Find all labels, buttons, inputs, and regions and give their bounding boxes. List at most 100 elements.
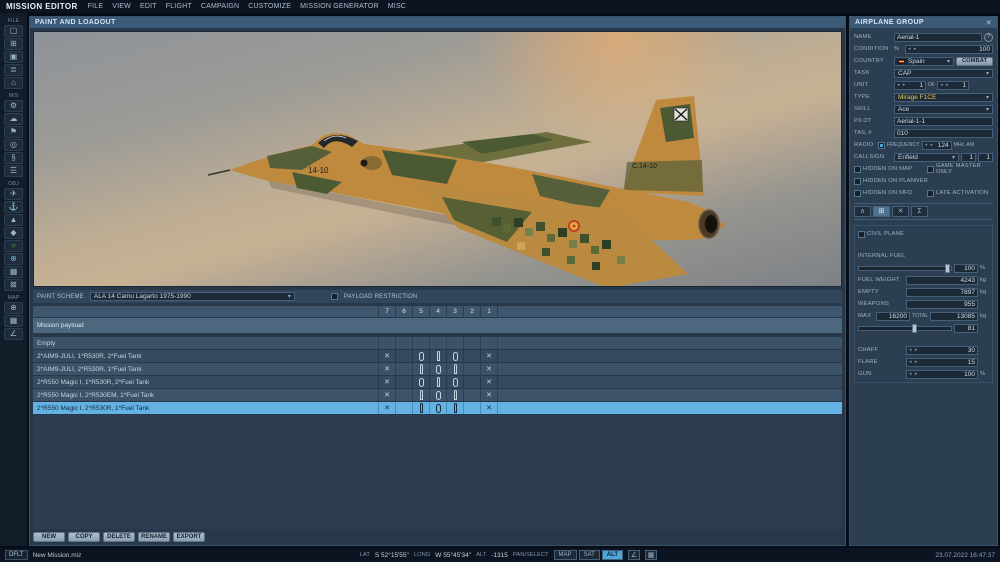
tail-number-label: TAIL # [854, 130, 872, 136]
country-dropdown[interactable]: Spain ▾ [894, 56, 954, 66]
frequency-spinner[interactable]: ◂ ▸ 124 [921, 140, 952, 150]
vehicle-icon[interactable]: ▲ [4, 214, 23, 226]
rules-icon[interactable]: § [4, 152, 23, 164]
condition-spinner[interactable]: ◂ ▸ 100 [905, 44, 993, 54]
paint-scheme-dropdown[interactable]: ALA 14 Camu Lagarto 1975-1990 ▾ [89, 292, 295, 301]
map-layers-icon[interactable]: ▦ [4, 315, 23, 327]
menu-item-flight[interactable]: FLIGHT [166, 3, 192, 10]
callsign-number-1[interactable]: 1 [961, 152, 976, 162]
save-mission-icon[interactable]: ▣ [4, 51, 23, 63]
slider-handle[interactable] [944, 263, 950, 273]
paint-loadout-title: PAINT AND LOADOUT [35, 19, 116, 26]
total-value[interactable]: 13085 [930, 311, 978, 321]
ruler-icon[interactable]: ∠ [628, 550, 641, 560]
settings-icon[interactable]: ⚙ [4, 100, 23, 112]
payload-row-selected[interactable]: 2*R550 Magic I, 2*R530R, 1*Fuel Tank ✕ ✕ [33, 402, 842, 415]
copy-button[interactable]: COPY [68, 532, 100, 542]
tab-collapse-icon[interactable]: ∧ [854, 206, 871, 217]
type-dropdown[interactable]: Mirage F1CE ▾ [894, 92, 993, 102]
load-slider[interactable] [858, 323, 952, 333]
load-percent-value[interactable]: 81 [954, 323, 978, 333]
ruler-icon[interactable]: ∠ [4, 328, 23, 340]
internal-fuel-value[interactable]: 100 [954, 263, 978, 273]
export-button[interactable]: EXPORT [173, 532, 205, 542]
unit-count-spinner[interactable]: ◂ ▸ 1 [894, 80, 926, 90]
flare-spinner[interactable]: ◂ ▸ 15 [906, 357, 978, 367]
civil-plane-checkbox[interactable] [858, 230, 865, 238]
airplane-icon[interactable]: ✈ [4, 188, 23, 200]
hidden-on-planner-checkbox[interactable] [854, 177, 861, 185]
game-master-only-checkbox[interactable] [927, 165, 934, 173]
country-value: Spain [908, 57, 925, 65]
center-map-icon[interactable]: ⊕ [4, 302, 23, 314]
mission-payload-row[interactable]: Mission payload [33, 318, 842, 333]
triggers-icon[interactable]: ⚑ [4, 126, 23, 138]
payload-row[interactable]: Empty [33, 337, 842, 350]
delete-object-icon[interactable]: ⊠ [4, 279, 23, 291]
spinner-arrows-icon: ◂ ▸ [940, 82, 950, 88]
fuel-weight-value[interactable]: 4243 [906, 275, 978, 285]
menu-item-customize[interactable]: CUSTOMIZE [248, 3, 291, 10]
menu-item-file[interactable]: FILE [88, 3, 104, 10]
load-slider-row: 81 [858, 323, 989, 333]
statusbar-alt-button[interactable]: ALT [601, 550, 624, 560]
hidden-on-mfd-checkbox[interactable] [854, 189, 861, 197]
row-filler [497, 389, 842, 401]
skill-dropdown[interactable]: Ace ▾ [894, 104, 993, 114]
menu-item-misc[interactable]: MISC [388, 3, 406, 10]
zone-icon[interactable]: ○ [4, 240, 23, 252]
chaff-spinner[interactable]: ◂ ▸ 30 [906, 345, 978, 355]
combat-button[interactable]: COMBAT [955, 56, 993, 66]
name-input[interactable] [894, 32, 982, 42]
close-icon[interactable]: ✕ [986, 19, 992, 27]
tab-summary-icon[interactable]: Σ [911, 206, 928, 217]
menu-item-campaign[interactable]: CAMPAIGN [201, 3, 239, 10]
slider-handle[interactable] [912, 323, 918, 333]
tail-number-input[interactable] [894, 128, 993, 138]
tab-route-icon[interactable]: ⊞ [873, 206, 890, 217]
open-mission-icon[interactable]: ⊞ [4, 38, 23, 50]
ship-icon[interactable]: ⚓ [4, 201, 23, 213]
callsign-dropdown[interactable]: Enfield ▾ [894, 152, 959, 162]
delete-button[interactable]: DELETE [103, 532, 135, 542]
menu-item-view[interactable]: VIEW [112, 3, 131, 10]
no-store-icon: ✕ [486, 404, 492, 412]
help-icon[interactable]: ? [984, 32, 993, 42]
payload-row[interactable]: 2*R550 Magic I, 1*R530R, 2*Fuel Tank ✕ ✕ [33, 376, 842, 389]
weapons-value[interactable]: 955 [906, 299, 978, 309]
aircraft-viewport[interactable]: 14-10 C.14-10 [33, 31, 842, 287]
late-activation-checkbox[interactable] [927, 189, 934, 197]
menu-item-mission-generator[interactable]: MISSION GENERATOR [300, 3, 379, 10]
menu-item-edit[interactable]: EDIT [140, 3, 157, 10]
payload-row[interactable]: 2*R550 Magic I, 2*R530EM, 1*Fuel Tank ✕ ✕ [33, 389, 842, 402]
hidden-on-map-checkbox[interactable] [854, 165, 861, 173]
tab-loadout-icon[interactable]: ✕ [892, 206, 909, 217]
gun-spinner[interactable]: ◂ ▸ 100 [906, 369, 978, 379]
lists-icon[interactable]: ☰ [4, 165, 23, 177]
task-dropdown[interactable]: CAP ▾ [894, 68, 993, 78]
max-value[interactable]: 16200 [876, 311, 910, 321]
template-icon[interactable]: ⊕ [4, 253, 23, 265]
payload-row[interactable]: 2*AIM9-JULI, 1*R530R, 2*Fuel Tank ✕ ✕ [33, 350, 842, 363]
briefing-icon[interactable]: ≣ [4, 64, 23, 76]
new-mission-icon[interactable]: ▢ [4, 25, 23, 37]
unit-total-spinner[interactable]: ◂ ▸ 1 [937, 80, 970, 90]
internal-fuel-slider[interactable] [858, 263, 952, 273]
static-object-icon[interactable]: ◆ [4, 227, 23, 239]
goals-icon[interactable]: ◎ [4, 139, 23, 151]
callsign-number-2[interactable]: 1 [978, 152, 993, 162]
statusbar-sat-button[interactable]: SAT [578, 550, 600, 560]
rename-button[interactable]: RENAME [138, 532, 170, 542]
weather-icon[interactable]: ☁ [4, 113, 23, 125]
new-button[interactable]: NEW [33, 532, 65, 542]
payload-restriction-checkbox[interactable] [330, 293, 338, 300]
radio-checkbox[interactable] [878, 141, 885, 149]
payload-row[interactable]: 2*AIM9-JULI, 2*R530R, 1*Fuel Tank ✕ ✕ [33, 363, 842, 376]
mission-options-icon[interactable]: ⌂ [4, 77, 23, 89]
empty-weight-value[interactable]: 7897 [906, 287, 978, 297]
grid-objects-icon[interactable]: ▦ [4, 266, 23, 278]
grid-icon[interactable]: ▦ [645, 550, 658, 560]
mode-dropdown[interactable]: DFLT [5, 550, 28, 560]
statusbar-map-button[interactable]: MAP [553, 550, 577, 560]
pilot-input[interactable] [894, 116, 993, 126]
